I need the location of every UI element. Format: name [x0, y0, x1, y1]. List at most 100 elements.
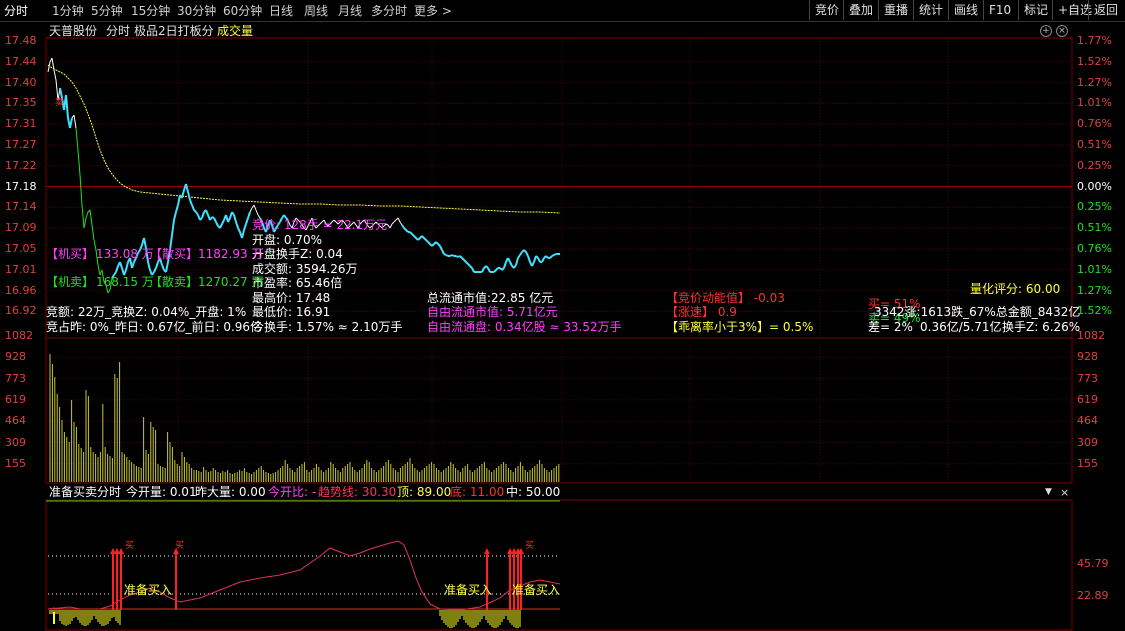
percent-tick: 0.25% — [1077, 158, 1112, 172]
average-price-line — [47, 64, 561, 214]
percent-tick: 0.25% — [1077, 200, 1112, 214]
price-segment — [541, 257, 545, 263]
price-segment — [493, 269, 497, 273]
percent-tick: 1.01% — [1077, 96, 1112, 110]
volume-grid — [46, 356, 1072, 465]
price-segment — [437, 243, 441, 247]
price-segment — [485, 265, 489, 269]
price-segment — [97, 264, 101, 276]
price-segment — [115, 265, 119, 273]
price-tick: 17.22 — [5, 158, 37, 172]
sanmai1-value: 1182.93 万 — [198, 247, 264, 261]
mode-label: 分时 — [106, 24, 131, 38]
price-segment — [417, 237, 421, 241]
price-segment — [69, 117, 73, 129]
volume-tick: 309 — [1077, 435, 1098, 449]
price-segment — [177, 194, 181, 206]
free-float-shares: 自由流通盘: 0.34亿股 ≈ 33.52万手 — [427, 320, 622, 334]
price-segment — [537, 257, 541, 263]
volume-panel-frame — [45, 337, 1073, 484]
price-segment — [231, 211, 235, 216]
price-segment — [397, 217, 401, 223]
jimai1-label: 【机买】 — [46, 247, 95, 261]
price-segment — [435, 241, 439, 245]
stock-name: 天普股份 — [49, 24, 98, 38]
percent-tick: 1.52% — [1077, 304, 1112, 318]
price-segment — [253, 204, 257, 211]
price-segment — [427, 241, 431, 245]
jimai2-label: 【机卖】 — [46, 275, 95, 289]
volume-tick: 155 — [5, 456, 26, 470]
auction-momentum: 【竞价动能值】 -0.03 — [666, 291, 785, 305]
jinzhanzuo-text: 竞占昨: 0%_昨日: 0.67亿_前日: 0.96亿 — [46, 320, 263, 334]
strategy-label: 极品2日打板分 — [134, 24, 214, 38]
indicator-menu-icon[interactable]: ▼ — [1045, 487, 1052, 497]
price-segment — [459, 255, 463, 259]
indicator-name: 准备买卖分时 — [49, 485, 122, 499]
volume-bars — [49, 354, 560, 482]
price-segment — [245, 217, 249, 225]
price-segment — [91, 224, 95, 241]
buy-arrow-head — [118, 548, 124, 554]
price-segment — [495, 267, 499, 271]
indicator-histogram — [49, 607, 521, 628]
turnover-z: 换手Z: 6.26% — [1002, 320, 1081, 334]
percent-tick: 1.52% — [1077, 54, 1112, 68]
percent-tick: 1.77% — [1077, 34, 1112, 47]
free-float-value: 自由流通市值: 5.71亿元 — [427, 305, 558, 319]
price-segment — [405, 229, 409, 233]
price-segment — [131, 261, 135, 269]
volume-tick: 928 — [5, 350, 26, 364]
jijia-text: 竞价: 128手 = 22.1万元 — [252, 218, 388, 232]
market-breadth: 3342涨:1613跌_67%总金额_8432亿 — [874, 305, 1081, 319]
price-segment — [75, 127, 79, 151]
price-segment — [255, 209, 259, 216]
price-segment — [425, 239, 429, 243]
indicator-close-icon[interactable]: × — [1060, 486, 1069, 499]
price-segment — [503, 261, 507, 269]
price-segment — [161, 264, 165, 271]
price-segment — [189, 199, 193, 206]
price-segment — [205, 209, 209, 216]
price-segment — [221, 219, 225, 225]
price-segment — [247, 211, 251, 219]
price-segment — [89, 209, 93, 226]
price-segment — [421, 235, 425, 239]
price-segment — [471, 267, 475, 273]
price-segment — [209, 216, 213, 221]
chengjiao-text: 成交额: 3594.26万 — [252, 262, 358, 276]
jinkaibi: 今开比: - — [268, 485, 317, 499]
price-segment — [201, 211, 205, 219]
price-segment — [65, 94, 69, 119]
percent-tick: 0.51% — [1077, 138, 1112, 151]
kaipan-text: 开盘: 0.70% — [252, 233, 322, 247]
total-float-value: 总流通市值:22.85 亿元 — [427, 291, 554, 305]
price-segment — [59, 87, 63, 99]
price-segment — [467, 263, 471, 267]
price-segment — [175, 204, 179, 213]
price-segment — [401, 224, 405, 229]
price-segment — [199, 217, 203, 221]
ding: 顶: 89.00 — [397, 485, 452, 499]
zuodaliang: 昨大量: 0.00 — [195, 485, 266, 499]
price-tick: 17.01 — [5, 262, 37, 276]
price-segment — [535, 255, 539, 259]
buy-flag: 买 — [175, 540, 184, 551]
price-segment — [527, 255, 531, 263]
price-segment — [525, 251, 529, 257]
price-segment — [515, 257, 519, 266]
buy-arrow-head — [484, 548, 490, 554]
shiying-text: 市盈率: 65.46倍 — [252, 276, 343, 290]
volume-tick: 619 — [1077, 392, 1098, 406]
buy-flag: 买 — [525, 540, 534, 551]
price-segment — [215, 221, 219, 227]
price-segment — [523, 249, 527, 253]
percent-tick: 1.01% — [1077, 262, 1112, 276]
trend-line — [47, 540, 561, 611]
price-tick: 17.18 — [5, 179, 37, 193]
close-panel-icon[interactable]: × — [1056, 25, 1068, 37]
price-segment — [83, 217, 87, 229]
zoom-in-icon[interactable]: + — [1040, 25, 1052, 37]
price-segment — [451, 254, 455, 257]
price-segment — [249, 207, 253, 213]
